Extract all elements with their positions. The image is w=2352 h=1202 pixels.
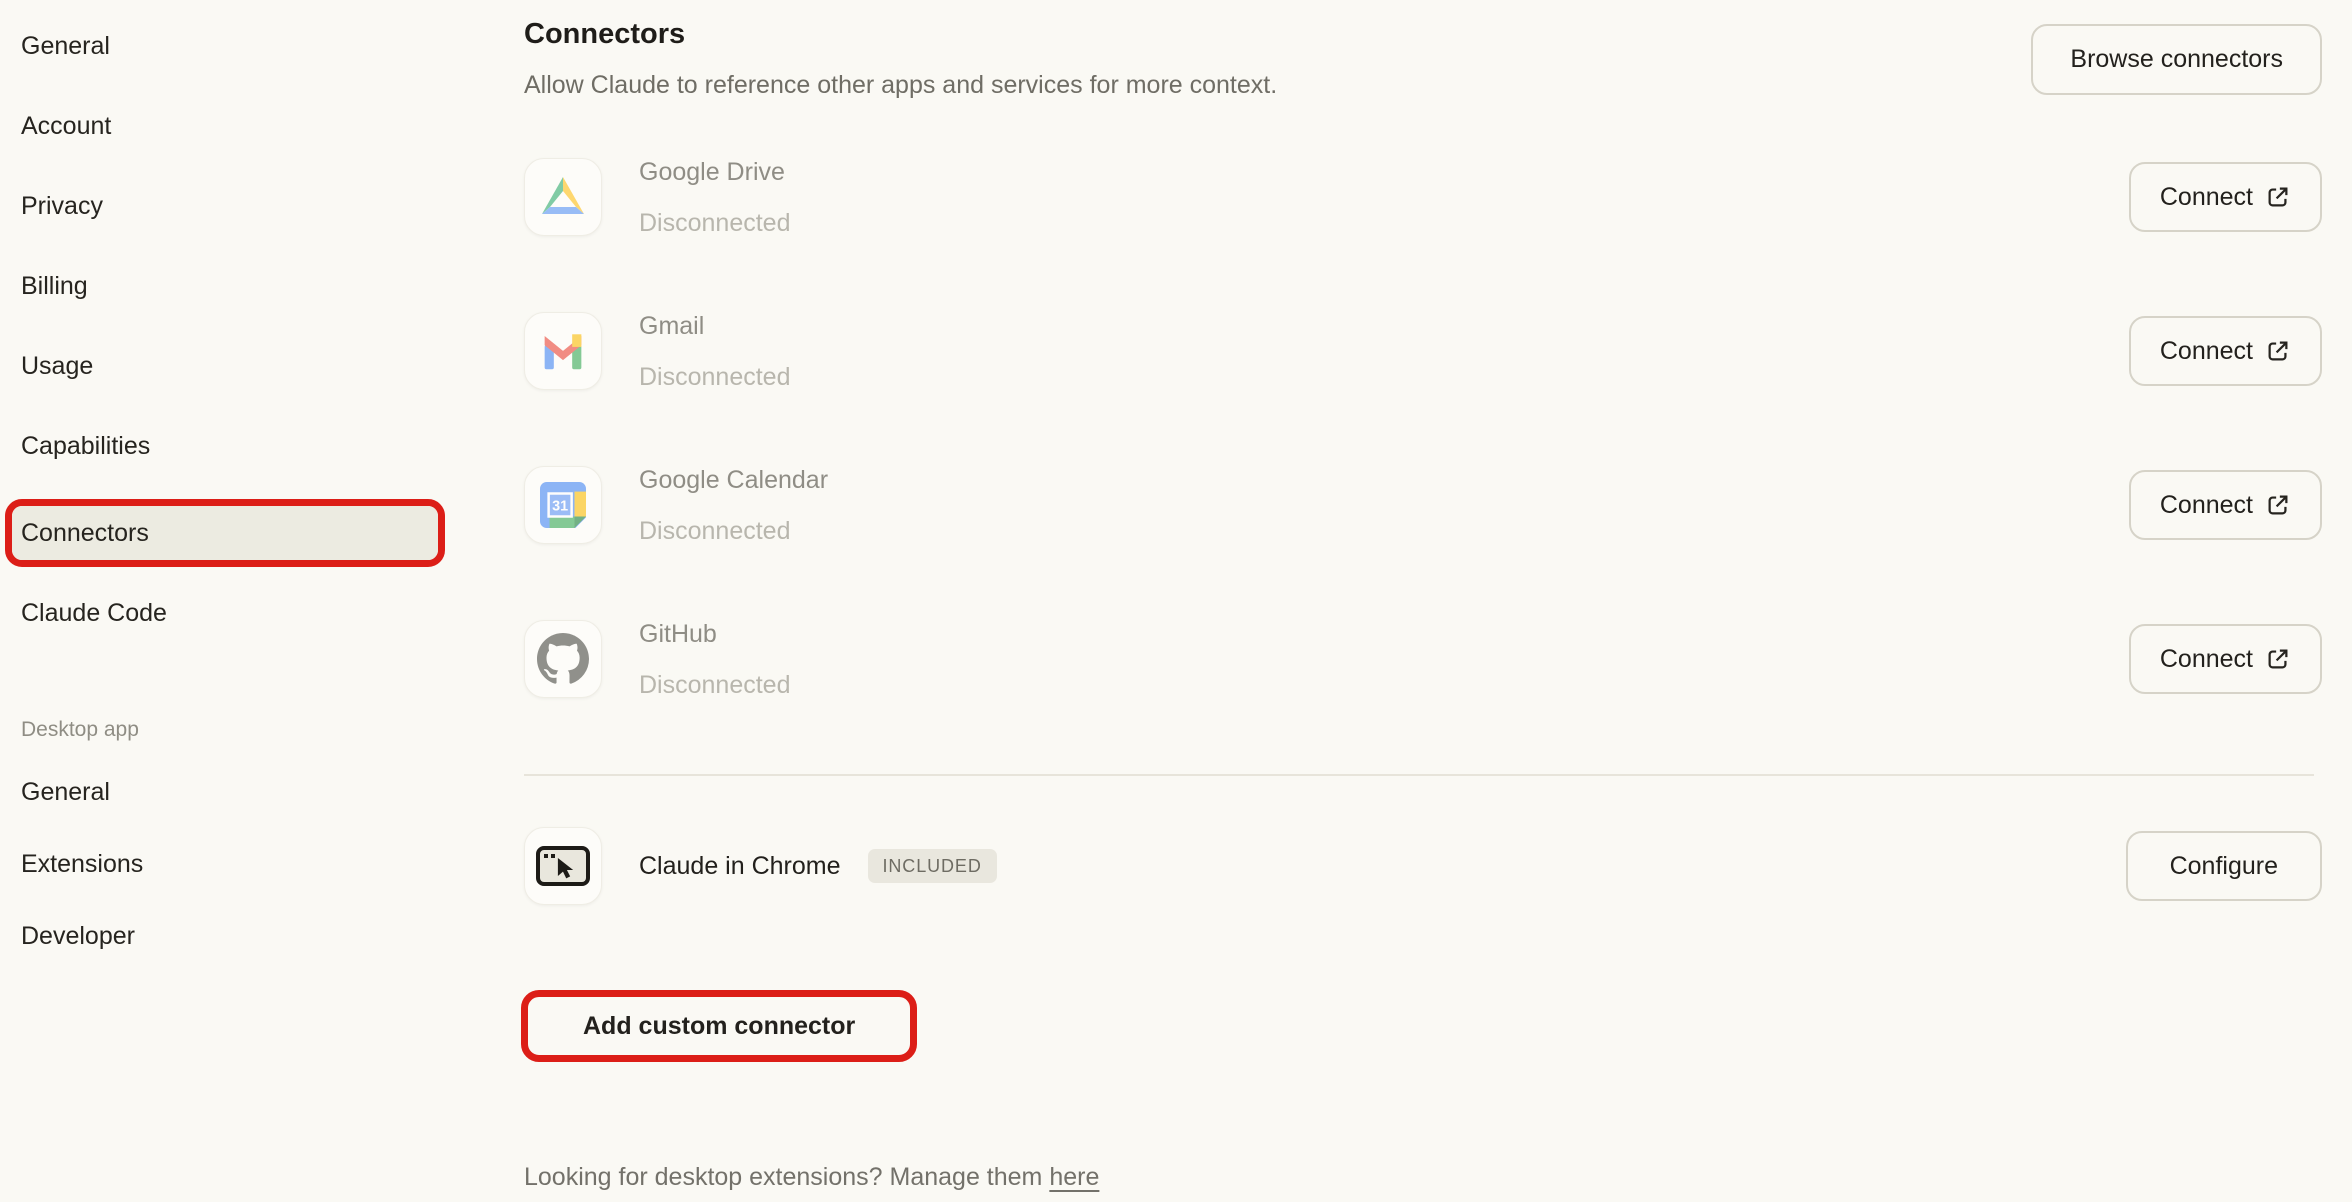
connect-button-github[interactable]: Connect: [2129, 624, 2322, 694]
sidebar-item-label: Developer: [21, 922, 135, 951]
connector-name: Claude in Chrome: [639, 852, 841, 880]
google-calendar-icon: 31: [524, 466, 602, 544]
google-drive-icon: [524, 158, 602, 236]
connector-list: Google Drive Disconnected Connect: [524, 158, 2322, 698]
connector-status: Disconnected: [639, 208, 790, 238]
sidebar-item-connectors-selected[interactable]: Connectors: [12, 506, 438, 560]
configure-button[interactable]: Configure: [2126, 831, 2322, 901]
sidebar-item-label: General: [21, 32, 110, 61]
included-badge: INCLUDED: [868, 849, 997, 883]
connect-button-google-calendar[interactable]: Connect: [2129, 470, 2322, 540]
sidebar-item-account[interactable]: Account: [0, 99, 490, 153]
external-link-icon: [2265, 184, 2291, 210]
add-custom-connector-label: Add custom connector: [583, 1012, 855, 1041]
sidebar-item-label: Capabilities: [21, 432, 150, 461]
sidebar-section-desktop-app: Desktop app: [0, 715, 490, 745]
external-link-icon: [2265, 646, 2291, 672]
connector-name: Gmail: [639, 311, 790, 341]
sidebar-item-general[interactable]: General: [0, 19, 490, 73]
sidebar-item-label: Usage: [21, 352, 93, 381]
sidebar-item-billing[interactable]: Billing: [0, 259, 490, 313]
sidebar-item-label: Claude Code: [21, 599, 167, 628]
connect-label: Connect: [2160, 337, 2253, 366]
sidebar-item-label: Privacy: [21, 192, 103, 221]
add-custom-connector-button[interactable]: Add custom connector: [528, 997, 910, 1055]
connect-button-gmail[interactable]: Connect: [2129, 316, 2322, 386]
connector-name: GitHub: [639, 619, 790, 649]
sidebar-item-label: Connectors: [21, 519, 149, 548]
browse-connectors-button[interactable]: Browse connectors: [2031, 24, 2322, 95]
external-link-icon: [2265, 492, 2291, 518]
sidebar-item-label: Extensions: [21, 850, 143, 879]
sidebar-item-privacy[interactable]: Privacy: [0, 179, 490, 233]
external-link-icon: [2265, 338, 2291, 364]
connector-status: Disconnected: [639, 670, 790, 700]
connector-status: Disconnected: [639, 362, 790, 392]
sidebar-item-claude-code[interactable]: Claude Code: [0, 586, 490, 640]
connector-name: Google Calendar: [639, 465, 828, 495]
claude-in-chrome-icon: [524, 827, 602, 905]
sidebar-item-usage[interactable]: Usage: [0, 339, 490, 393]
configure-label: Configure: [2170, 852, 2278, 881]
connector-status: Disconnected: [639, 516, 828, 546]
note-text: Looking for desktop extensions? Manage t…: [524, 1163, 1049, 1191]
section-divider: [524, 774, 2314, 776]
connect-label: Connect: [2160, 491, 2253, 520]
connector-name: Google Drive: [639, 157, 790, 187]
connector-row-github: GitHub Disconnected Connect: [524, 620, 2322, 698]
manage-extensions-link[interactable]: here: [1049, 1163, 1099, 1191]
github-icon: [524, 620, 602, 698]
desktop-extensions-note: Looking for desktop extensions? Manage t…: [524, 1163, 2322, 1191]
browse-connectors-label: Browse connectors: [2070, 45, 2283, 74]
connect-label: Connect: [2160, 183, 2253, 212]
annotation-ring-connectors: Connectors: [5, 499, 445, 567]
connector-row-gmail: Gmail Disconnected Connect: [524, 312, 2322, 390]
connect-button-google-drive[interactable]: Connect: [2129, 162, 2322, 232]
settings-sidebar: General Account Privacy Billing Usage Ca…: [0, 0, 490, 981]
sidebar-item-desktop-general[interactable]: General: [0, 765, 490, 819]
sidebar-item-label: Account: [21, 112, 111, 141]
sidebar-item-label: Billing: [21, 272, 88, 301]
gmail-icon: [524, 312, 602, 390]
connect-label: Connect: [2160, 645, 2253, 674]
connector-row-google-drive: Google Drive Disconnected Connect: [524, 158, 2322, 236]
connectors-panel: Connectors Allow Claude to reference oth…: [524, 0, 2322, 1191]
cursor-arrow-icon: [556, 858, 576, 880]
sidebar-item-extensions[interactable]: Extensions: [0, 837, 490, 891]
sidebar-item-label: General: [21, 778, 110, 807]
svg-text:31: 31: [552, 499, 568, 515]
connector-row-claude-in-chrome: Claude in Chrome INCLUDED Configure: [524, 827, 2322, 905]
annotation-ring-add-custom-connector: Add custom connector: [521, 990, 917, 1062]
sidebar-item-developer[interactable]: Developer: [0, 909, 490, 963]
connector-row-google-calendar: 31 Google Calendar Disconnected Connect: [524, 466, 2322, 544]
sidebar-item-capabilities[interactable]: Capabilities: [0, 419, 490, 473]
